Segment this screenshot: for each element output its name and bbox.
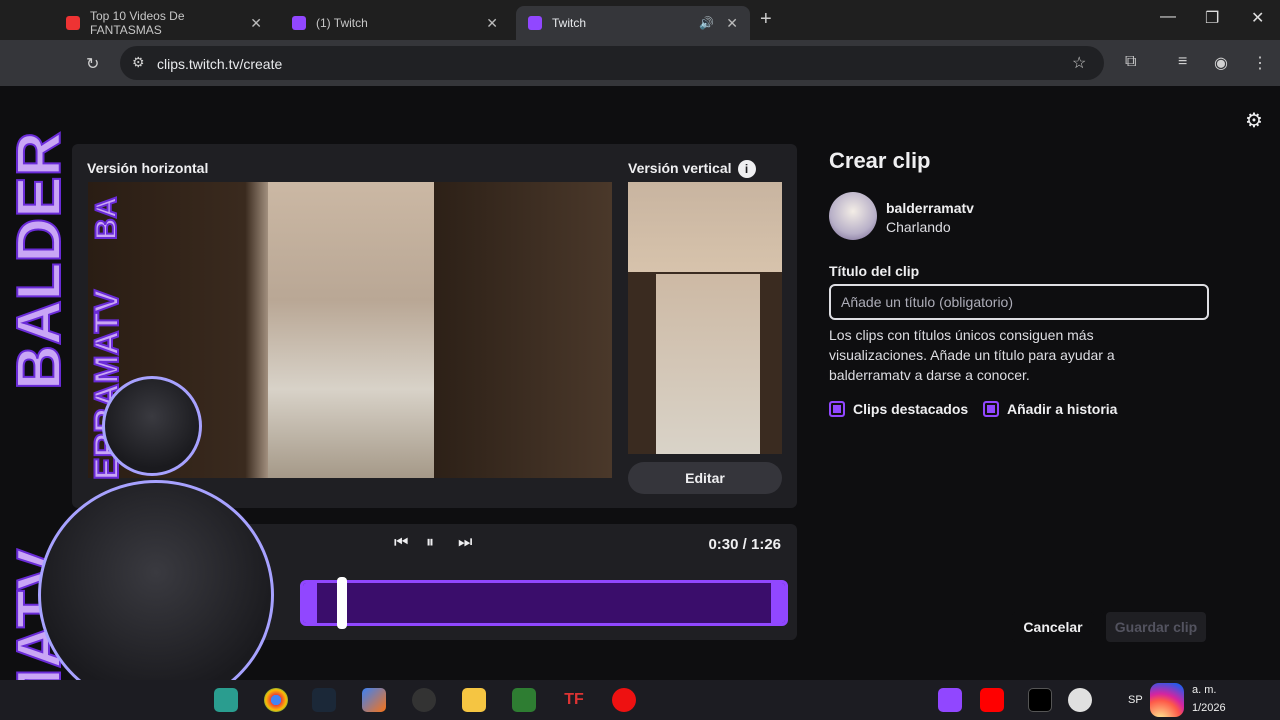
- checkbox-icon[interactable]: [829, 401, 845, 417]
- time-display: 0:30 / 1:26: [708, 536, 781, 553]
- playhead[interactable]: [337, 577, 347, 629]
- skip-forward-icon[interactable]: ⏭: [458, 534, 472, 552]
- instagram-icon[interactable]: [1150, 683, 1184, 717]
- vertical-top-frame: [628, 182, 782, 272]
- speaker-icon[interactable]: 🔊: [699, 16, 714, 30]
- tiktok-icon[interactable]: [1028, 688, 1052, 712]
- clip-title-input[interactable]: [829, 284, 1209, 320]
- app-icon[interactable]: [214, 688, 238, 712]
- featured-checkbox[interactable]: Clips destacados: [829, 401, 968, 417]
- gear-icon[interactable]: ⚙: [1245, 108, 1263, 133]
- watermark-video-top: BA: [89, 196, 124, 241]
- twitch-tray-icon[interactable]: [938, 688, 962, 712]
- close-window-icon[interactable]: ✕: [1251, 8, 1264, 28]
- category-name[interactable]: Charlando: [886, 219, 951, 235]
- opera-icon[interactable]: [612, 688, 636, 712]
- skip-back-icon[interactable]: ⏮: [394, 534, 408, 552]
- clip-range-track[interactable]: [300, 577, 788, 629]
- profile-icon[interactable]: ◉: [1214, 53, 1228, 73]
- channel-name[interactable]: balderramatv: [886, 200, 974, 216]
- checkbox-label: Clips destacados: [853, 401, 969, 417]
- url-text[interactable]: clips.twitch.tv/create: [157, 56, 282, 72]
- close-icon[interactable]: ✕: [486, 15, 498, 32]
- tab-label: Twitch: [552, 16, 587, 30]
- star-icon[interactable]: ☆: [1072, 53, 1086, 73]
- menu-icon[interactable]: ⋮: [1252, 53, 1268, 73]
- twitch-icon: [292, 16, 306, 30]
- horizontal-label: Versión horizontal: [87, 160, 209, 176]
- webcam-large: [38, 480, 274, 710]
- game-icon[interactable]: [512, 688, 536, 712]
- pause-icon[interactable]: ⏸: [426, 534, 434, 552]
- omnibox[interactable]: ⚙ clips.twitch.tv/create ☆: [120, 46, 1104, 80]
- tab-bar: Top 10 Videos De FANTASMAS ✕ (1) Twitch …: [0, 0, 1280, 40]
- help-text: Los clips con títulos únicos consiguen m…: [829, 327, 1115, 383]
- cancel-button[interactable]: Cancelar: [1012, 612, 1094, 642]
- close-icon[interactable]: ✕: [726, 15, 738, 32]
- page-title: Crear clip: [829, 148, 931, 173]
- avatar[interactable]: [829, 192, 877, 240]
- tab-youtube[interactable]: Top 10 Videos De FANTASMAS ✕: [54, 6, 274, 40]
- minimize-icon[interactable]: —: [1160, 8, 1176, 26]
- restore-icon[interactable]: ❐: [1205, 8, 1219, 28]
- language-indicator[interactable]: SP: [1128, 694, 1143, 706]
- youtube-tray-icon[interactable]: [980, 688, 1004, 712]
- range-end-handle[interactable]: [771, 583, 785, 623]
- reload-icon[interactable]: ↻: [86, 54, 99, 74]
- tab-twitch-1[interactable]: (1) Twitch ✕: [280, 6, 510, 40]
- tray-date: 1/2026: [1192, 702, 1226, 714]
- office-icon[interactable]: [362, 688, 386, 712]
- extensions-icon[interactable]: ⧉: [1125, 53, 1136, 71]
- tf-icon[interactable]: TF: [562, 688, 586, 712]
- site-settings-icon[interactable]: ⚙: [132, 54, 145, 71]
- vertical-label: Versión vertical i: [628, 160, 756, 178]
- chrome-icon[interactable]: [264, 688, 288, 712]
- twitch-icon: [528, 16, 542, 30]
- steam-icon[interactable]: [312, 688, 336, 712]
- video-frame: [268, 182, 434, 478]
- tray-time: a. m.: [1192, 684, 1217, 696]
- tab-label: Top 10 Videos De FANTASMAS: [90, 9, 185, 37]
- tab-twitch-active[interactable]: Twitch 🔊 ✕: [516, 6, 750, 40]
- tab-label: (1) Twitch: [316, 16, 368, 30]
- media-icon[interactable]: ≡: [1178, 53, 1187, 71]
- edit-button[interactable]: Editar: [628, 462, 782, 494]
- webcam-small: [102, 376, 202, 476]
- checkbox-label: Añadir a historia: [1007, 401, 1118, 417]
- info-icon[interactable]: i: [737, 160, 756, 178]
- checkbox-icon[interactable]: [983, 401, 999, 417]
- watermark-left: BALDER: [4, 131, 75, 391]
- vertical-bottom-frame: [656, 274, 760, 454]
- obs-icon[interactable]: [412, 688, 436, 712]
- range-start-handle[interactable]: [303, 583, 317, 623]
- close-icon[interactable]: ✕: [250, 15, 262, 32]
- new-tab-button[interactable]: +: [760, 8, 772, 31]
- taskbar: TF SP a. m. 1/2026: [0, 680, 1280, 720]
- network-icon[interactable]: [1068, 688, 1092, 712]
- story-checkbox[interactable]: Añadir a historia: [983, 401, 1117, 417]
- vertical-label-text: Versión vertical: [628, 160, 732, 176]
- vertical-preview[interactable]: [628, 182, 782, 454]
- address-bar: ↻ ⚙ clips.twitch.tv/create ☆ ⧉ ≡ ◉ ⋮: [0, 40, 1280, 86]
- save-clip-button[interactable]: Guardar clip: [1106, 612, 1206, 642]
- title-field-label: Título del clip: [829, 263, 920, 279]
- folder-icon[interactable]: [462, 688, 486, 712]
